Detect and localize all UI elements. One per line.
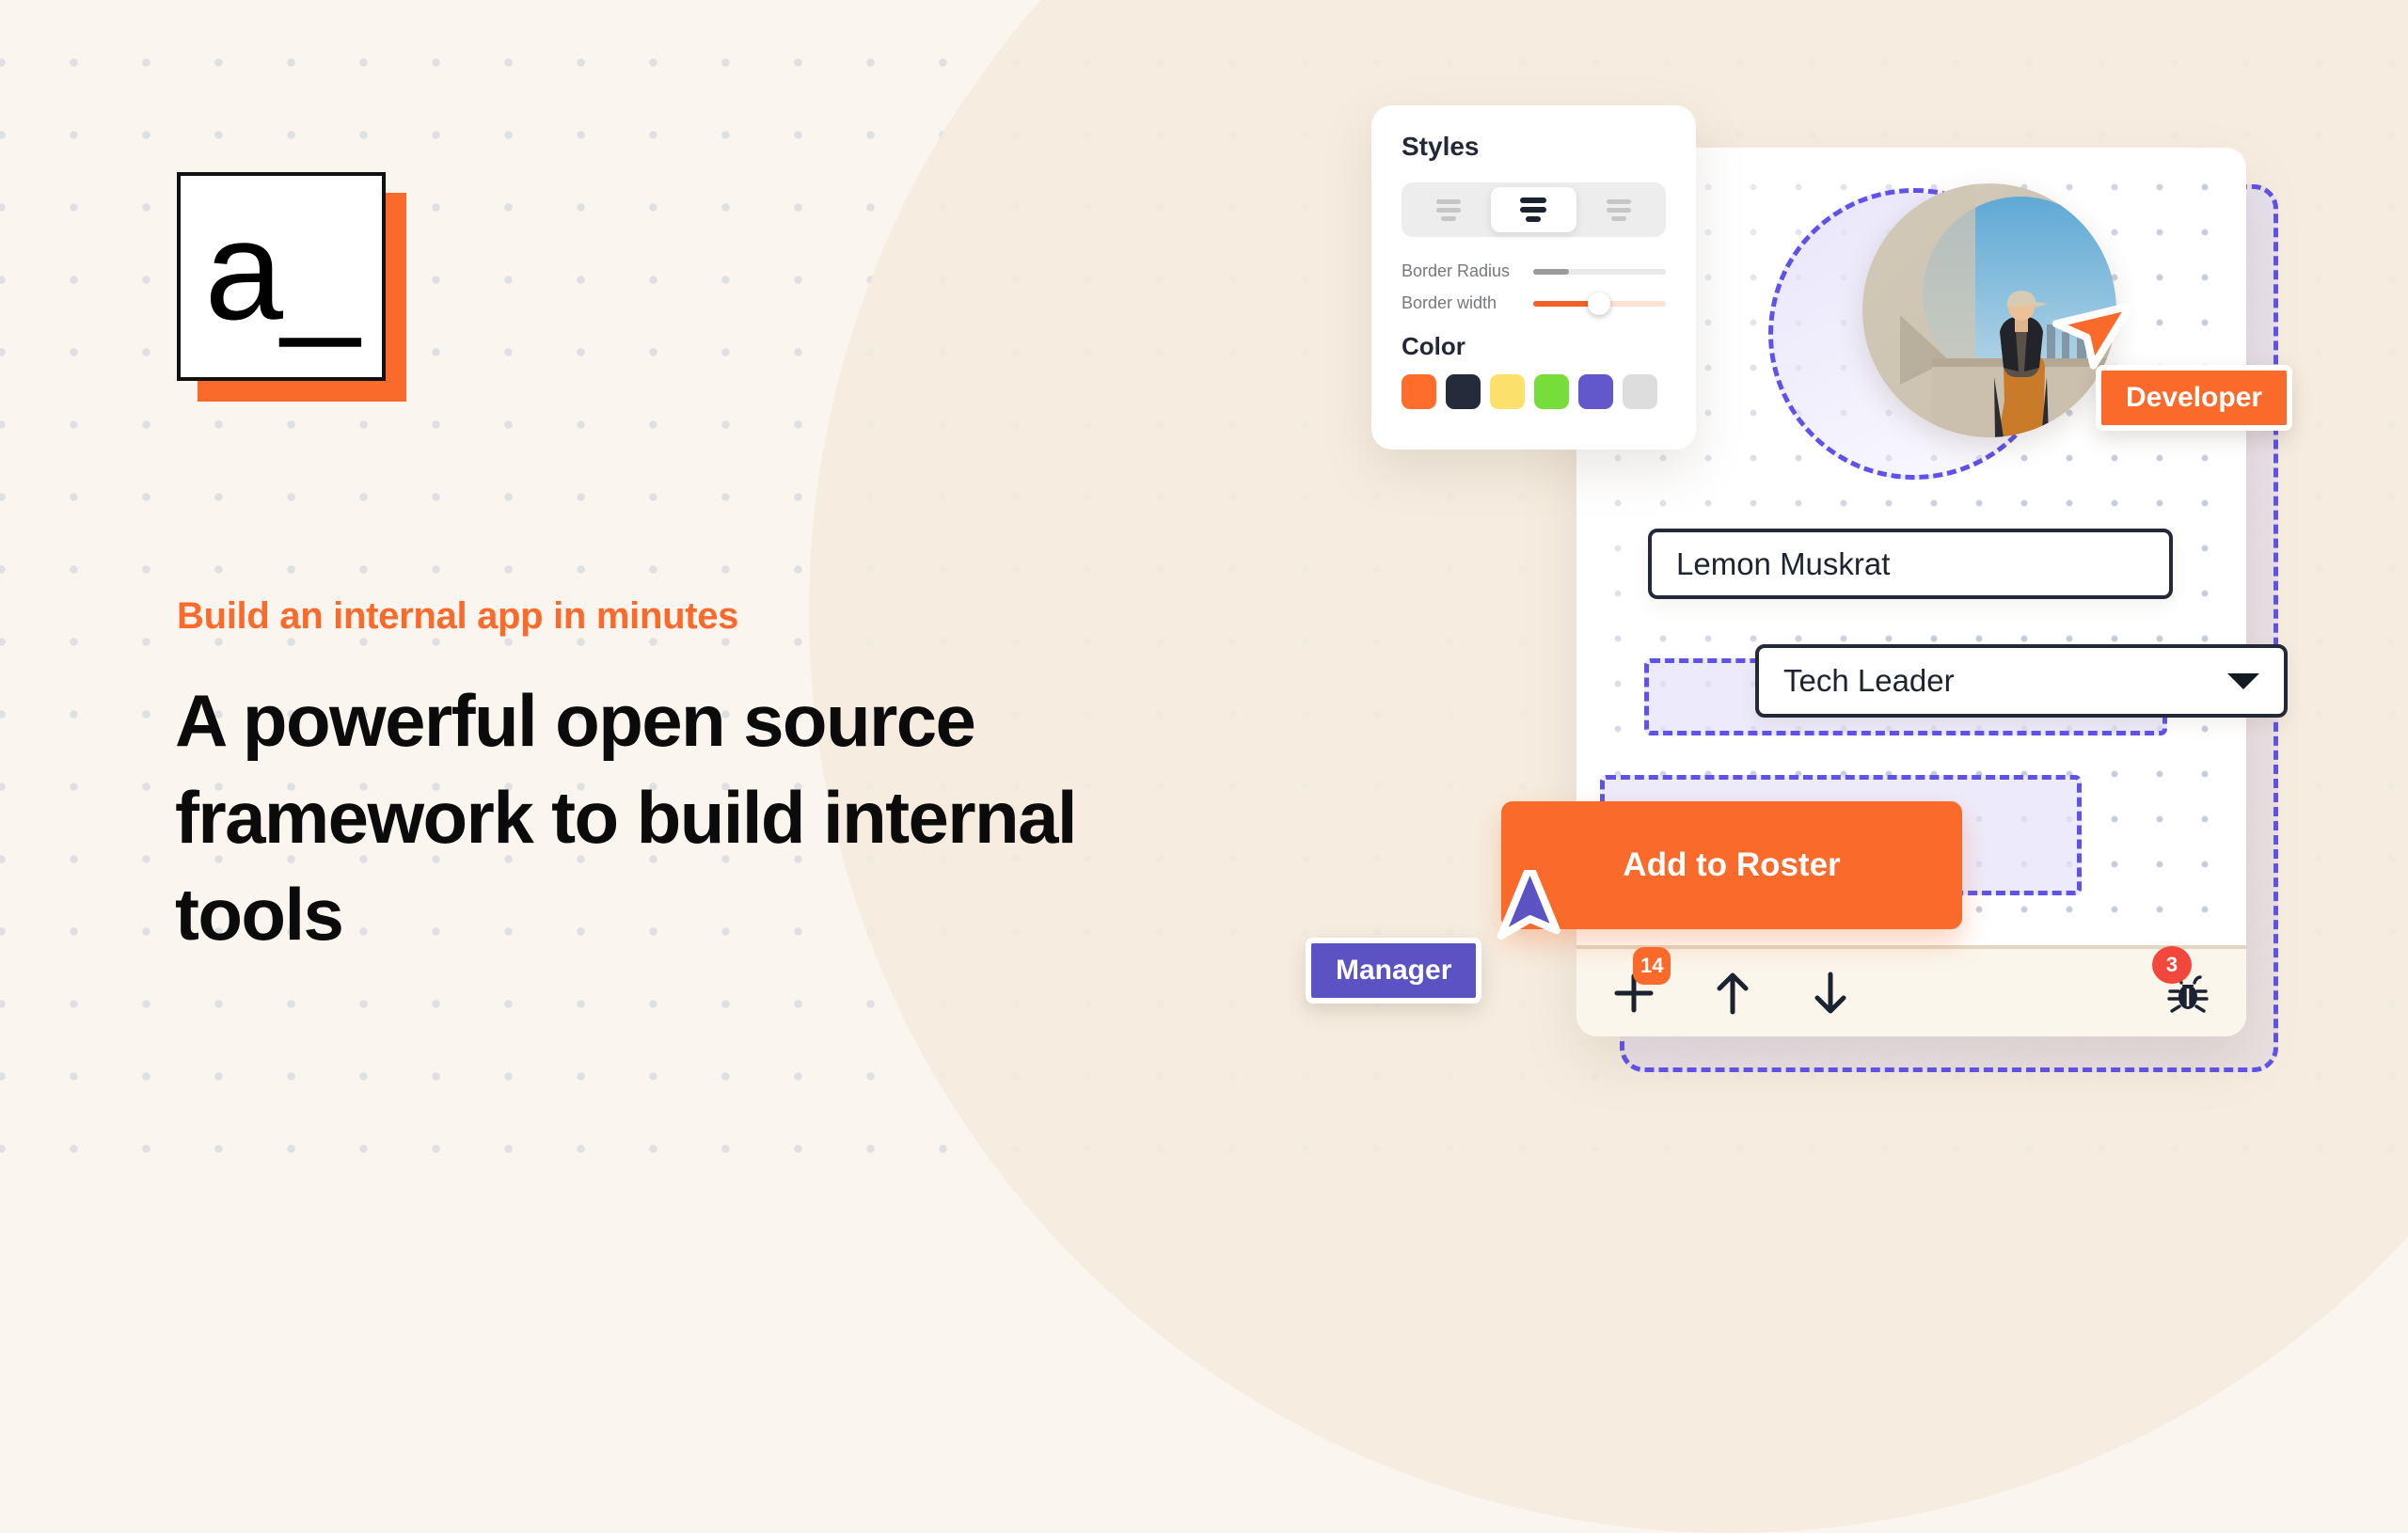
border-width-slider[interactable]: Border width: [1402, 292, 1666, 315]
swatch-purple[interactable]: [1578, 374, 1613, 409]
align-center-icon[interactable]: [1491, 187, 1576, 232]
bug-count-badge: 3: [2152, 945, 2192, 984]
arrow-down-icon[interactable]: [1810, 971, 1851, 1016]
plus-icon[interactable]: 14: [1612, 946, 1671, 1015]
border-radius-track[interactable]: [1533, 268, 1666, 275]
cursor-manager-icon: [1488, 861, 1569, 965]
chevron-down-icon: [2227, 672, 2259, 689]
add-count-badge: 14: [1633, 946, 1671, 985]
swatch-navy[interactable]: [1446, 374, 1481, 409]
name-input-value: Lemon Muskrat: [1676, 545, 1891, 581]
swatch-orange[interactable]: [1402, 374, 1436, 409]
collaborator-tag-manager: Manager: [1306, 938, 1482, 1004]
styles-panel-title: Styles: [1402, 132, 1480, 161]
arrow-up-icon[interactable]: [1712, 971, 1753, 1016]
color-section-title: Color: [1402, 332, 1465, 360]
border-width-label: Border width: [1402, 293, 1497, 312]
name-input[interactable]: Lemon Muskrat: [1648, 529, 2173, 599]
role-select[interactable]: Tech Leader: [1755, 644, 2288, 718]
bug-icon[interactable]: 3: [2152, 945, 2210, 1016]
color-swatch-row: [1402, 374, 1666, 409]
role-select-value: Tech Leader: [1783, 663, 1955, 698]
app-footer-toolbar: 14 3: [1576, 945, 2246, 1036]
swatch-green[interactable]: [1534, 374, 1569, 409]
border-width-thumb[interactable]: [1587, 292, 1610, 315]
swatch-gray[interactable]: [1623, 374, 1657, 409]
app-preview-stage: 14 3 Lemon Muskrat Tech Leader Add to Ro…: [0, 0, 2408, 1204]
swatch-yellow[interactable]: [1490, 374, 1525, 409]
styles-panel: Styles Border Radius Border width Color: [1371, 105, 1696, 450]
border-width-track[interactable]: [1533, 292, 1666, 315]
alignment-segmented-control: [1402, 182, 1666, 237]
align-right-icon[interactable]: [1576, 187, 1661, 232]
border-radius-label: Border Radius: [1402, 261, 1511, 280]
align-left-icon[interactable]: [1406, 187, 1491, 232]
cursor-developer-icon: [2049, 289, 2134, 384]
add-to-roster-button[interactable]: Add to Roster: [1501, 801, 1962, 929]
border-radius-slider[interactable]: Border Radius: [1402, 261, 1666, 281]
